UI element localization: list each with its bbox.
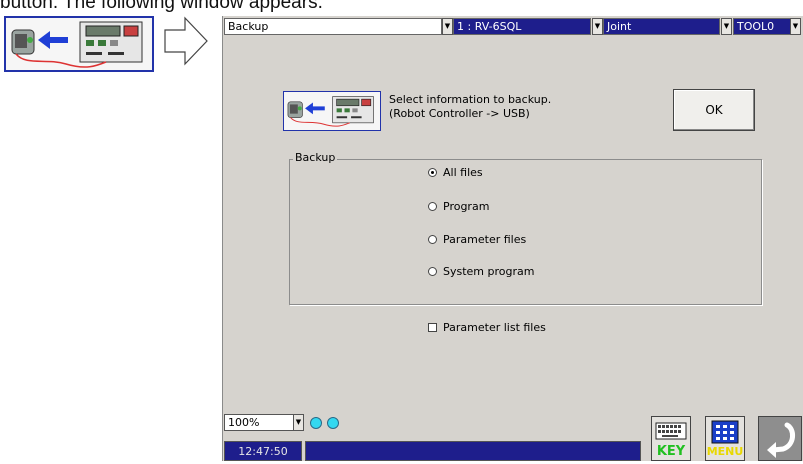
teaching-pendant-screen: Backup ▼ 1 : RV-6SQL ▼ Joint ▼ TOOL0 ▼ S… [222,16,803,461]
message-bar [305,441,641,461]
backup-illustration [11,21,143,68]
parameter-list-files-label: Parameter list files [443,321,546,334]
tool-dropdown-arrow-icon[interactable]: ▼ [790,18,801,35]
status-indicator-2 [327,417,339,429]
backup-icon [283,91,381,131]
radio-button[interactable] [428,267,437,276]
radio-button-selected[interactable] [428,168,437,177]
tool-select[interactable]: TOOL0 [733,18,791,35]
function-select[interactable]: Backup [224,18,442,35]
checkbox-box[interactable] [428,323,437,332]
menu-button[interactable]: MENU [705,416,745,461]
radio-parameter-files-label: Parameter files [443,233,527,246]
radio-system-program[interactable]: System program [428,265,534,278]
jog-mode-select[interactable]: Joint [603,18,720,35]
radio-system-program-label: System program [443,265,535,278]
next-arrow-icon [163,16,209,66]
function-dropdown-arrow-icon[interactable]: ▼ [442,18,453,35]
key-button-label: KEY [656,444,686,459]
parameter-list-files-checkbox[interactable]: Parameter list files [428,321,546,334]
menu-button-label: MENU [706,445,744,458]
backup-group-box [289,159,762,305]
robot-dropdown-arrow-icon[interactable]: ▼ [592,18,603,35]
status-indicator-1 [310,417,322,429]
return-arrow-icon [767,422,795,458]
radio-all-files[interactable]: All files [428,166,483,179]
jog-mode-dropdown-arrow-icon[interactable]: ▼ [721,18,732,35]
radio-button[interactable] [428,235,437,244]
instruction-line-2: (Robot Controller -> USB) [389,107,530,120]
radio-button[interactable] [428,202,437,211]
backup-group-legend: Backup [293,151,338,164]
key-button[interactable]: KEY [651,416,691,461]
radio-parameter-files[interactable]: Parameter files [428,233,526,246]
radio-all-files-label: All files [443,166,483,179]
document-caption: button. The following window appears. [0,0,323,13]
zoom-dropdown-arrow-icon[interactable]: ▼ [293,414,304,431]
zoom-select[interactable]: 100% [224,414,294,431]
return-button[interactable] [758,416,802,461]
radio-program-label: Program [443,200,490,213]
radio-program[interactable]: Program [428,200,489,213]
robot-select[interactable]: 1 : RV-6SQL [453,18,591,35]
ok-button[interactable]: OK [673,89,755,131]
clock: 12:47:50 [224,441,302,461]
backup-illustration-thumbnail [4,16,154,72]
instruction-line-1: Select information to backup. [389,93,552,106]
